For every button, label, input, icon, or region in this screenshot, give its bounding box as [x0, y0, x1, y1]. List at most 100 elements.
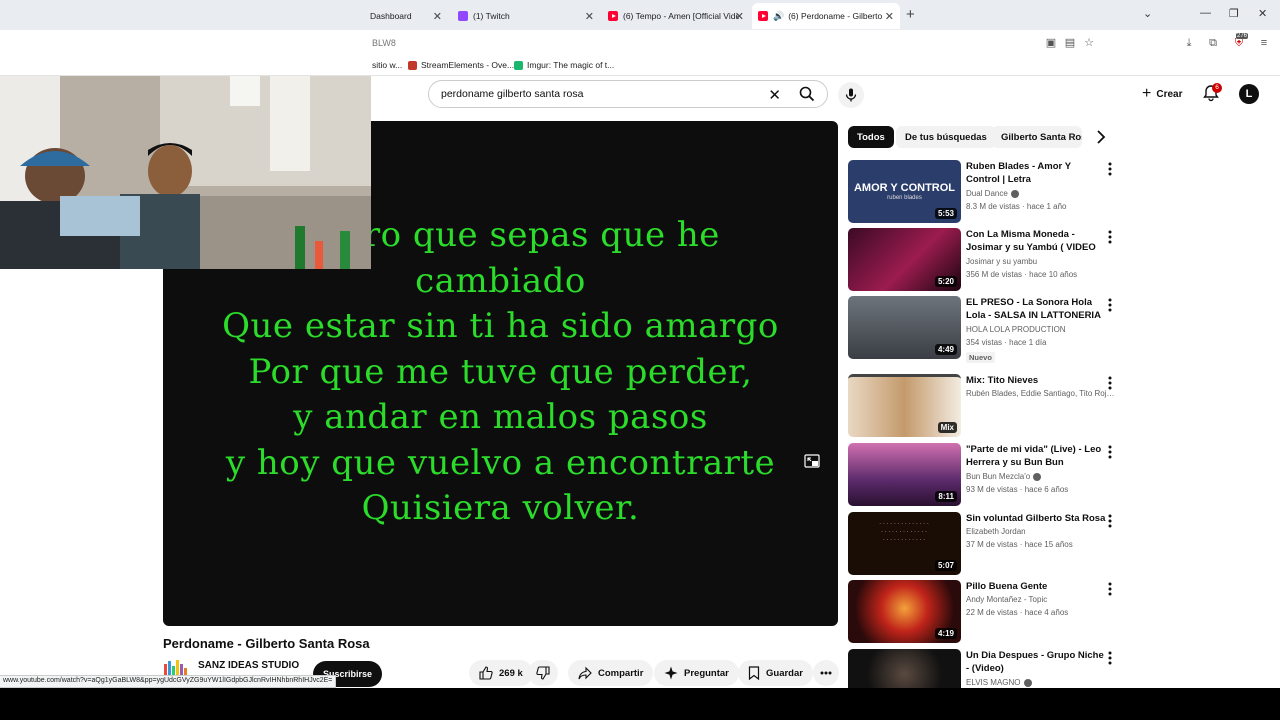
video-thumbnail[interactable]: 8:11 — [848, 443, 961, 506]
search-button[interactable] — [787, 81, 827, 107]
clear-search-icon[interactable]: ✕ — [768, 86, 781, 104]
more-vertical-icon[interactable] — [1106, 445, 1114, 459]
reader-icon[interactable]: ▤ — [1064, 37, 1076, 49]
miniplayer-icon[interactable] — [804, 454, 820, 468]
close-icon[interactable]: ✕ — [735, 10, 744, 23]
like-count: 269 k — [499, 667, 523, 679]
more-actions-button[interactable] — [813, 660, 839, 686]
minimize-icon[interactable]: — — [1200, 7, 1211, 19]
chevron-right-icon[interactable] — [1094, 129, 1108, 145]
speaker-icon: 🔊 — [773, 10, 785, 21]
tab-tempo-amen[interactable]: (6) Tempo - Amen [Official Vide ✕ — [602, 4, 750, 28]
dislike-button[interactable] — [528, 660, 558, 686]
tab-perdoname[interactable]: 🔊 (6) Perdoname - Gilberto Sa ✕ — [752, 3, 900, 29]
recommendation-channel: Rubén Blades, Eddie Santiago, Tito Rojas… — [966, 389, 1116, 398]
recommendation-item[interactable]: 8:11 "Parte de mi vida" (Live) - Leo Her… — [848, 443, 1120, 507]
tab-list-chevron-icon[interactable]: ⌄ — [1143, 7, 1152, 20]
recommendation-title[interactable]: Sin voluntad Gilberto Sta Rosa — [966, 512, 1106, 525]
like-button[interactable]: 269 k — [469, 660, 533, 686]
recommendation-item[interactable]: AMOR Y CONTROL ruben blades 5:53 Ruben B… — [848, 160, 1120, 224]
chip-todos[interactable]: Todos — [848, 126, 894, 148]
chip-de-tus-busquedas[interactable]: De tus búsquedas — [896, 126, 996, 148]
new-badge: Nuevo — [966, 352, 995, 363]
download-icon[interactable]: ⤓ — [1183, 37, 1195, 49]
video-thumbnail[interactable]: 4:19 — [848, 580, 961, 643]
more-vertical-icon[interactable] — [1106, 162, 1114, 176]
recommendation-item[interactable]: 5:20 Con La Misma Moneda - Josimar y su … — [848, 228, 1120, 292]
close-icon[interactable]: ✕ — [585, 10, 594, 23]
video-thumbnail[interactable]: AMOR Y CONTROL ruben blades 5:53 — [848, 160, 961, 223]
address-bar: BLW8 ▣ ▤ ☆ ⤓ ⧉ ⛨ 276 ≡ — [0, 30, 1280, 56]
duration-badge: 5:53 — [934, 208, 957, 219]
recommendation-item[interactable]: 4:49 EL PRESO - La Sonora Hola Lola - SA… — [848, 296, 1120, 363]
channel-name[interactable]: SANZ IDEAS STUDIO — [198, 660, 299, 671]
video-thumbnail[interactable]: 4:49 — [848, 296, 961, 359]
star-icon[interactable]: ☆ — [1083, 37, 1095, 49]
mix-badge: Mix — [937, 422, 957, 433]
menu-icon[interactable]: ≡ — [1258, 37, 1270, 49]
recommendation-item[interactable]: · · · · · · · · · · · · · · · · · · · · ·… — [848, 512, 1120, 576]
more-vertical-icon[interactable] — [1106, 298, 1114, 312]
recommendation-title[interactable]: Con La Misma Moneda - Josimar y su Yambú… — [966, 228, 1106, 255]
bookmark-sitio[interactable]: sitio w... — [372, 60, 402, 70]
recommendation-item[interactable]: Mix Mix: Tito Nieves Rubén Blades, Eddie… — [848, 374, 1120, 438]
bookmark-imgur[interactable]: Imgur: The magic of t... — [514, 60, 614, 70]
youtube-icon — [758, 11, 768, 21]
tab-title: (6) Perdoname - Gilberto Sa — [788, 11, 884, 21]
window-close-icon[interactable]: ✕ — [1258, 7, 1267, 20]
more-vertical-icon[interactable] — [1106, 582, 1114, 596]
tab-twitch[interactable]: (1) Twitch ✕ — [452, 4, 600, 28]
notification-count-badge: 6 — [1212, 83, 1222, 93]
thumbnail-lyrics-decoration: · · · · · · · · · · · · · · · · · · · · ·… — [879, 521, 929, 543]
more-vertical-icon[interactable] — [1106, 651, 1114, 665]
chip-gilberto-santa-rosa[interactable]: Gilberto Santa Rosa — [992, 126, 1082, 148]
recommendation-title[interactable]: Un Dia Despues - Grupo Niche - (Video) — [966, 649, 1106, 675]
lyric-line: Que estar sin ti ha sido amargo — [222, 306, 779, 346]
recommendation-title[interactable]: Mix: Tito Nieves — [966, 374, 1106, 387]
verified-icon — [1033, 472, 1042, 481]
recommendation-title[interactable]: Pillo Buena Gente — [966, 580, 1106, 593]
microphone-icon — [845, 88, 857, 102]
recommendation-channel: HOLA LOLA PRODUCTION — [966, 325, 1066, 334]
bookmark-streamelements[interactable]: StreamElements - Ove... — [408, 60, 514, 70]
bookmarks-bar: sitio w... StreamElements - Ove... Imgur… — [0, 56, 1280, 76]
link-status-bar: www.youtube.com/watch?v=aQg1yGaBLW8&pp=y… — [0, 675, 337, 688]
lyric-line: y andar en malos pasos — [293, 397, 708, 437]
url-text[interactable]: BLW8 — [372, 38, 396, 48]
video-thumbnail[interactable] — [848, 649, 961, 688]
plus-icon: + — [1142, 85, 1152, 102]
recommendation-title[interactable]: Ruben Blades - Amor Y Control | Letra — [966, 160, 1106, 186]
recommendation-item[interactable]: 4:19 Pillo Buena Gente Andy Montañez - T… — [848, 580, 1120, 644]
recommendation-channel: Josimar y su yambu — [966, 257, 1038, 266]
ask-button[interactable]: Preguntar — [654, 660, 739, 686]
close-icon[interactable]: ✕ — [433, 10, 442, 23]
more-vertical-icon[interactable] — [1106, 376, 1114, 390]
voice-search-button[interactable] — [838, 82, 864, 108]
duration-badge: 8:11 — [935, 491, 957, 502]
verified-icon — [1010, 189, 1019, 198]
video-thumbnail[interactable]: 5:20 — [848, 228, 961, 291]
new-tab-icon[interactable]: + — [906, 6, 915, 23]
video-thumbnail[interactable]: · · · · · · · · · · · · · · · · · · · · ·… — [848, 512, 961, 575]
bottom-black-bar — [0, 688, 1280, 720]
more-vertical-icon[interactable] — [1106, 230, 1114, 244]
bookmark-label: sitio w... — [372, 60, 403, 70]
avatar[interactable]: L — [1239, 84, 1259, 104]
search-input[interactable] — [441, 88, 761, 100]
recommendation-title[interactable]: "Parte de mi vida" (Live) - Leo Herrera … — [966, 443, 1106, 470]
pip-icon[interactable]: ▣ — [1045, 37, 1057, 49]
recommendation-item[interactable]: Un Dia Despues - Grupo Niche - (Video) E… — [848, 649, 1120, 688]
maximize-icon[interactable]: ❐ — [1229, 7, 1239, 20]
share-button[interactable]: Compartir — [568, 660, 654, 686]
extensions-icon[interactable]: ⧉ — [1207, 37, 1219, 49]
search-box[interactable]: ✕ — [428, 80, 828, 108]
recommendation-title[interactable]: EL PRESO - La Sonora Hola Lola - SALSA I… — [966, 296, 1106, 322]
webcam-overlay — [0, 76, 371, 269]
tab-dashboard[interactable]: Dashboard ✕ — [364, 4, 448, 28]
more-vertical-icon[interactable] — [1106, 514, 1114, 528]
video-thumbnail[interactable]: Mix — [848, 374, 961, 437]
close-icon[interactable]: ✕ — [885, 10, 894, 23]
recommendation-channel: Dual Dance — [966, 189, 1019, 198]
create-button[interactable]: + Crear — [1132, 81, 1192, 107]
save-button[interactable]: Guardar — [738, 660, 813, 686]
